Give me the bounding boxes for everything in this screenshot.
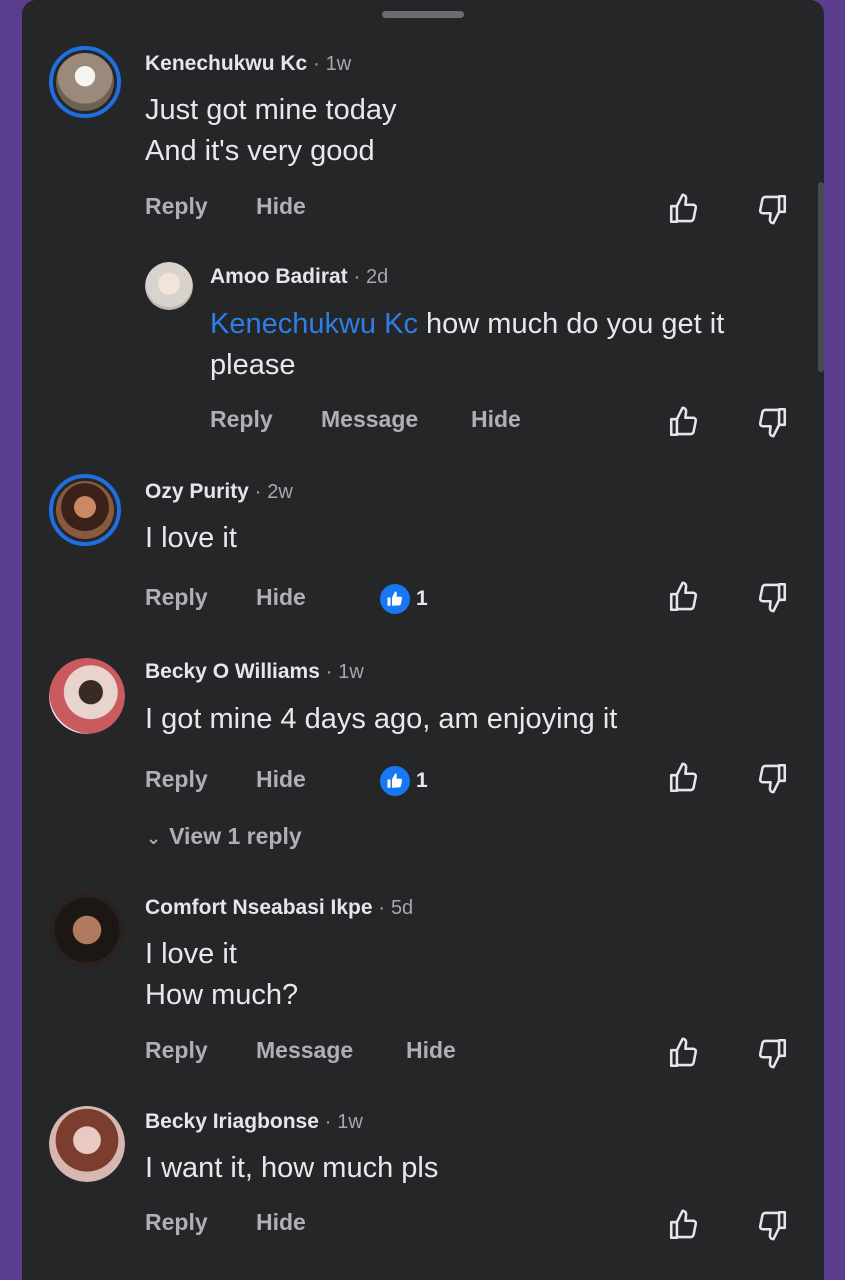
reaction-summary[interactable]: 1 (380, 584, 428, 614)
comments-sheet: Kenechukwu Kc · 1w Just got mine today A… (22, 0, 824, 1280)
comment-text-line: And it's very good (145, 135, 375, 167)
comment-meta: Comfort Nseabasi Ikpe · 5d (145, 896, 413, 920)
mention-link[interactable]: Kenechukwu Kc (210, 308, 418, 340)
comment-time[interactable]: 2w (267, 481, 293, 503)
drag-handle[interactable] (382, 11, 464, 18)
hide-button[interactable]: Hide (256, 1209, 306, 1236)
hide-button[interactable]: Hide (406, 1037, 456, 1064)
like-icon[interactable] (667, 1036, 701, 1070)
reaction-summary[interactable]: 1 (380, 766, 428, 796)
time-separator: · (324, 1111, 332, 1133)
author-name[interactable]: Comfort Nseabasi Ikpe (145, 896, 373, 919)
avatar[interactable] (145, 262, 193, 310)
avatar[interactable] (49, 474, 121, 546)
dislike-icon[interactable] (755, 1036, 789, 1070)
hide-button[interactable]: Hide (471, 406, 521, 433)
comment-meta: Becky Iriagbonse · 1w (145, 1110, 363, 1134)
message-button[interactable]: Message (321, 406, 418, 433)
like-reaction-icon (380, 584, 410, 614)
comment-time[interactable]: 1w (326, 53, 352, 75)
author-name[interactable]: Amoo Badirat (210, 265, 348, 288)
like-icon[interactable] (667, 761, 701, 795)
comment-text-line: I got mine 4 days ago, am enjoying it (145, 703, 618, 735)
comment-meta: Kenechukwu Kc · 1w (145, 52, 351, 76)
comment-meta: Amoo Badirat · 2d (210, 265, 388, 289)
time-separator: · (313, 53, 320, 75)
comment-time[interactable]: 5d (391, 897, 413, 919)
time-separator: · (254, 481, 262, 503)
author-name[interactable]: Ozy Purity (145, 480, 249, 503)
comment-text: Just got mine today And it's very good (145, 90, 396, 172)
avatar[interactable] (49, 1106, 125, 1182)
reply-button[interactable]: Reply (145, 1209, 208, 1236)
comment-text-line: I love it (145, 522, 237, 554)
reply-button[interactable]: Reply (210, 406, 273, 433)
reply-button[interactable]: Reply (145, 584, 208, 611)
comment-text: I love it How much? (145, 934, 298, 1016)
dislike-icon[interactable] (755, 192, 789, 226)
comment-time[interactable]: 1w (338, 661, 364, 683)
author-name[interactable]: Kenechukwu Kc (145, 52, 307, 75)
hide-button[interactable]: Hide (256, 193, 306, 220)
comment-text-line: I want it, how much pls (145, 1152, 439, 1184)
dislike-icon[interactable] (755, 580, 789, 614)
avatar[interactable] (49, 658, 125, 734)
avatar[interactable] (49, 46, 121, 118)
reaction-count: 1 (416, 587, 428, 610)
scrollbar[interactable] (818, 182, 824, 372)
comment-text-line: Just got mine today (145, 94, 397, 126)
comment-text-line: how much do you get it (417, 308, 725, 340)
like-icon[interactable] (667, 405, 701, 439)
comment-meta: Becky O Williams · 1w (145, 660, 364, 684)
view-replies-button[interactable]: ⌄ View 1 reply (146, 823, 302, 850)
comment-text-line: How much? (145, 979, 299, 1011)
hide-button[interactable]: Hide (256, 766, 306, 793)
reply-button[interactable]: Reply (145, 1037, 208, 1064)
like-reaction-icon (380, 766, 410, 796)
comment-time[interactable]: 2d (366, 266, 388, 288)
comment-text: I love it (145, 518, 237, 559)
comment-text-line: I love it (145, 938, 237, 970)
reply-button[interactable]: Reply (145, 193, 208, 220)
time-separator: · (378, 897, 386, 919)
dislike-icon[interactable] (755, 761, 789, 795)
comment-text-line: please (210, 349, 296, 381)
comment-text: I want it, how much pls (145, 1148, 438, 1189)
like-icon[interactable] (667, 192, 701, 226)
time-separator: · (353, 266, 361, 288)
comment-text: Kenechukwu Kc how much do you get it ple… (210, 304, 724, 386)
comment-time[interactable]: 1w (337, 1111, 363, 1133)
dislike-icon[interactable] (755, 1208, 789, 1242)
like-icon[interactable] (667, 1208, 701, 1242)
like-icon[interactable] (667, 580, 701, 614)
author-name[interactable]: Becky O Williams (145, 660, 320, 683)
comment-text: I got mine 4 days ago, am enjoying it (145, 699, 617, 740)
view-replies-label: View 1 reply (169, 823, 302, 849)
reply-button[interactable]: Reply (145, 766, 208, 793)
reaction-count: 1 (416, 769, 428, 792)
time-separator: · (325, 661, 333, 683)
comment-meta: Ozy Purity · 2w (145, 480, 293, 504)
avatar[interactable] (49, 892, 125, 968)
dislike-icon[interactable] (755, 405, 789, 439)
chevron-down-icon: ⌄ (146, 828, 162, 848)
hide-button[interactable]: Hide (256, 584, 306, 611)
message-button[interactable]: Message (256, 1037, 353, 1064)
author-name[interactable]: Becky Iriagbonse (145, 1110, 319, 1133)
